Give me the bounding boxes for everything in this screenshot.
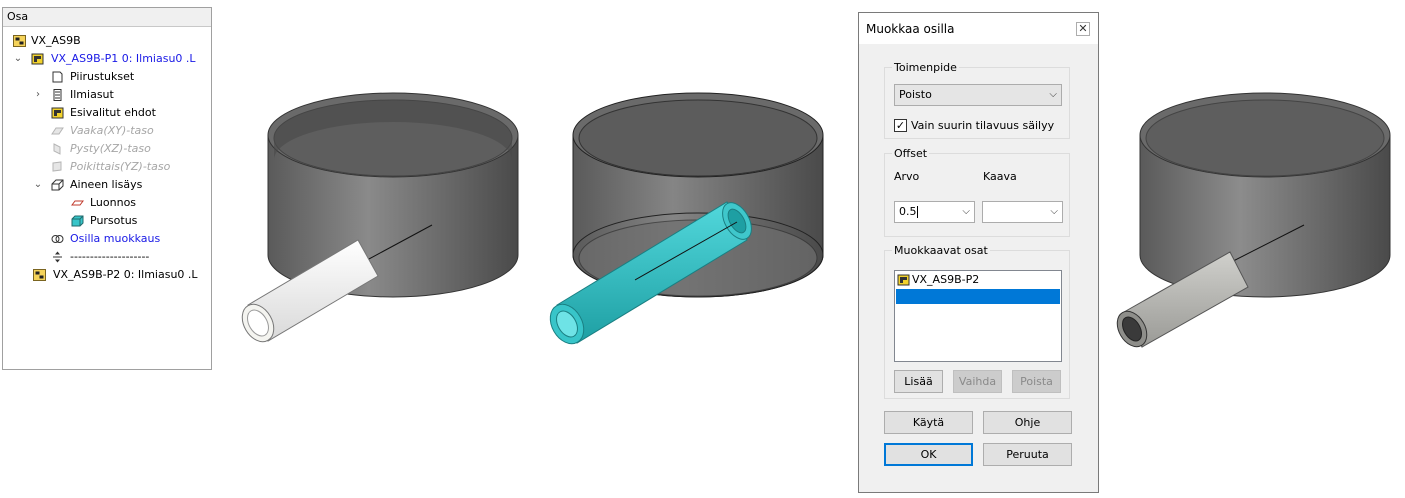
formula-label: Kaava (983, 170, 1017, 183)
drawings-icon (52, 71, 63, 83)
tree-item-label: Piirustukset (70, 70, 135, 83)
list-item-label: VX_AS9B-P2 (912, 273, 980, 286)
tree-item-plane-xz[interactable]: Pysty(XZ)-taso (13, 140, 208, 158)
tree-item-plane-yz[interactable]: Poikittais(YZ)-taso (13, 158, 208, 176)
operation-select[interactable]: Poisto ⌵ (894, 84, 1062, 106)
list-item[interactable]: VX_AS9B-P2 (897, 272, 979, 288)
tree-item-label: Aineen lisäys (70, 178, 143, 191)
modifying-parts-group-label: Muokkaavat osat (892, 244, 990, 257)
tree-item-part-p1[interactable]: ⌄ VX_AS9B-P1 0: Ilmiasu0 .L (13, 50, 208, 68)
keep-largest-volume-label: Vain suurin tilavuus säilyy (911, 119, 1055, 132)
tree-item-extrude[interactable]: Pursotus (13, 212, 208, 230)
offset-group (884, 153, 1070, 237)
tree-item-preset-conditions[interactable]: Esivalitut ehdot (13, 104, 208, 122)
cylinder-shell (267, 92, 519, 298)
tree-item-label: Esivalitut ehdot (70, 106, 156, 119)
tree-item-label: Poikittais(YZ)-taso (70, 160, 171, 173)
conditions-icon (51, 107, 64, 119)
operation-select-value: Poisto (899, 88, 932, 101)
offset-group-label: Offset (892, 147, 930, 160)
tree-item-assembly[interactable]: VX_AS9B (13, 32, 208, 50)
extrude-icon (71, 215, 84, 227)
tree-item-label: VX_AS9B-P1 0: Ilmiasu0 .L (51, 52, 196, 65)
tree-item-label: Pursotus (90, 214, 138, 227)
tree-item-plane-xy[interactable]: Vaaka(XY)-taso (13, 122, 208, 140)
plane-icon (51, 127, 64, 135)
tree-item-label: Pysty(XZ)-taso (70, 142, 151, 155)
assembly-icon (33, 269, 46, 281)
sketch-icon (71, 200, 84, 206)
assembly-icon (13, 35, 26, 47)
expander-icon[interactable]: ⌄ (33, 176, 43, 194)
expander-icon[interactable]: › (33, 86, 43, 104)
cylinder-shell (1139, 92, 1391, 298)
panel-title: Osa (3, 8, 211, 27)
modify-by-parts-icon (51, 235, 64, 243)
help-button[interactable]: Ohje (983, 411, 1072, 434)
tree-item-end-marker[interactable]: -------------------- (13, 248, 208, 266)
model-view-editing (549, 92, 824, 345)
configurations-icon (53, 89, 62, 101)
close-icon[interactable]: ✕ (1076, 22, 1090, 36)
add-button[interactable]: Lisää (894, 370, 943, 393)
expander-icon[interactable]: ⌄ (13, 50, 23, 68)
tree-item-label: Ilmiasut (70, 88, 114, 101)
tree-item-label: -------------------- (70, 250, 150, 263)
operation-group-label: Toimenpide (892, 61, 959, 74)
tree-item-drawings[interactable]: Piirustukset (13, 68, 208, 86)
value-label: Arvo (894, 170, 920, 183)
chevron-down-icon: ⌵ (1049, 89, 1057, 100)
tree-item-configurations[interactable]: › Ilmiasut (13, 86, 208, 104)
part-icon (897, 274, 910, 286)
keep-largest-volume-checkbox[interactable]: ✓ (894, 119, 907, 132)
modifying-parts-list[interactable]: VX_AS9B-P2 (894, 270, 1062, 362)
apply-button[interactable]: Käytä (884, 411, 973, 434)
add-material-icon (51, 179, 64, 191)
dialog-titlebar: Muokkaa osilla ✕ (859, 13, 1098, 44)
tree-item-add-material[interactable]: ⌄ Aineen lisäys (13, 176, 208, 194)
cancel-button[interactable]: Peruuta (983, 443, 1072, 466)
plane-icon (52, 161, 62, 172)
chevron-down-icon: ⌵ (962, 206, 970, 217)
offset-formula-field[interactable]: ⌵ (982, 201, 1063, 223)
chevron-down-icon: ⌵ (1050, 206, 1058, 217)
tree-item-modify-by-parts[interactable]: Osilla muokkaus (13, 230, 208, 248)
offset-value-text: 0.5 (899, 205, 917, 218)
dialog-title: Muokkaa osilla (866, 22, 955, 36)
tree-item-label: Osilla muokkaus (70, 232, 161, 245)
tree-item-label: Luonnos (90, 196, 137, 209)
plane-icon (53, 143, 61, 155)
part-icon (31, 53, 44, 65)
model-view-result (1116, 92, 1391, 348)
remove-button[interactable]: Poista (1012, 370, 1061, 393)
end-marker-icon (53, 251, 62, 263)
tree-item-label: Vaaka(XY)-taso (70, 124, 154, 137)
replace-button[interactable]: Vaihda (953, 370, 1002, 393)
list-item-selected-empty[interactable] (896, 289, 1060, 304)
ok-button[interactable]: OK (884, 443, 973, 466)
offset-value-field[interactable]: 0.5 ⌵ (894, 201, 975, 223)
tree-item-part-p2[interactable]: VX_AS9B-P2 0: Ilmiasu0 .L (13, 266, 208, 284)
tree-item-label: VX_AS9B-P2 0: Ilmiasu0 .L (53, 268, 198, 281)
tree-item-label: VX_AS9B (31, 34, 81, 47)
feature-tree-panel: Osa VX_AS9B ⌄ VX_AS9B-P1 0: Ilmiasu0 .L … (2, 7, 212, 370)
model-view-before (241, 92, 519, 343)
tree-item-sketch[interactable]: Luonnos (13, 194, 208, 212)
modify-by-parts-dialog: Muokkaa osilla ✕ Toimenpide Poisto ⌵ ✓ V… (858, 12, 1099, 493)
